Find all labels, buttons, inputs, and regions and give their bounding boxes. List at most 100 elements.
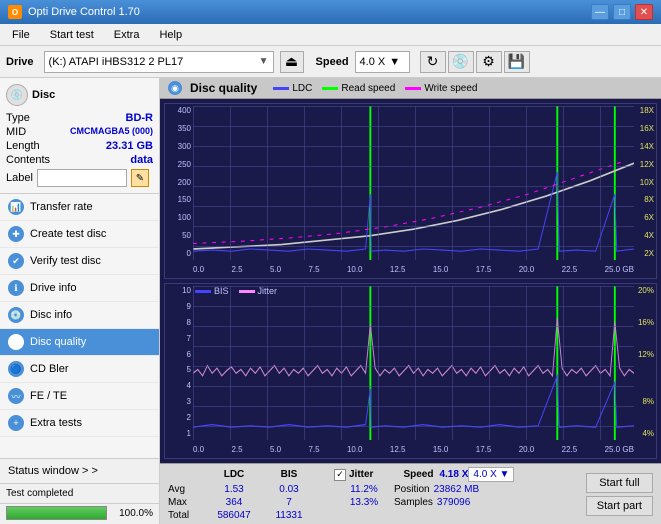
sidebar-nav: 📊 Transfer rate ✚ Create test disc ✔ Ver… <box>0 194 159 458</box>
menu-extra[interactable]: Extra <box>108 27 146 43</box>
disc-icon: 💿 <box>6 84 28 106</box>
sidebar-item-transfer-rate[interactable]: 📊 Transfer rate <box>0 194 159 221</box>
chart-title: Disc quality <box>190 81 257 95</box>
sidebar-item-drive-info[interactable]: ℹ Drive info <box>0 275 159 302</box>
bx-7.5: 7.5 <box>308 445 319 454</box>
by-8: 8 <box>165 318 193 327</box>
disc-type-field: Type BD-R <box>6 112 153 124</box>
sidebar-item-drive-info-label: Drive info <box>30 282 76 294</box>
disc-type-value: BD-R <box>126 112 154 124</box>
chart-icon: ◉ <box>168 81 182 95</box>
bottom-chart-grid <box>193 286 634 440</box>
disc-label-label: Label <box>6 172 33 184</box>
x-12.5: 12.5 <box>390 265 406 274</box>
fe-te-icon: 〰 <box>8 388 24 404</box>
x-2.5: 2.5 <box>231 265 242 274</box>
stats-total-ldc: 586047 <box>204 510 264 521</box>
speed-value: 4.0 X <box>360 56 386 68</box>
chart-header: ◉ Disc quality LDC Read speed Write spee… <box>160 78 661 99</box>
disc-label-input[interactable] <box>37 169 127 187</box>
disc-label-button[interactable]: ✎ <box>131 169 149 187</box>
bottom-chart-legend: BIS Jitter <box>195 286 277 296</box>
app-title: Opti Drive Control 1.70 <box>28 6 140 18</box>
legend-jitter: Jitter <box>239 286 278 296</box>
stats-max-label: Max <box>168 497 204 508</box>
sidebar-item-verify-test-disc[interactable]: ✔ Verify test disc <box>0 248 159 275</box>
y-label-0: 0 <box>165 249 193 258</box>
sidebar-item-disc-quality[interactable]: ★ Disc quality <box>0 329 159 356</box>
speed-label: Speed <box>316 56 349 68</box>
sidebar-item-create-test-disc-label: Create test disc <box>30 228 106 240</box>
top-chart-plot <box>193 106 634 260</box>
settings-button[interactable]: ⚙ <box>476 51 502 73</box>
bottom-chart-plot <box>193 286 634 440</box>
jitter-checkbox[interactable]: ✓ <box>334 469 346 481</box>
y-label-4x: 4X <box>634 231 656 240</box>
sidebar-item-disc-info[interactable]: 💿 Disc info <box>0 302 159 329</box>
sidebar-item-extra-tests-label: Extra tests <box>30 417 82 429</box>
stats-avg-jitter: 11.2% <box>334 484 394 495</box>
bis-color-swatch <box>195 290 211 293</box>
status-window-button[interactable]: Status window > > <box>0 458 159 483</box>
drivebar: Drive (K:) ATAPI iHBS312 2 PL17 ▼ ⏏ Spee… <box>0 46 661 78</box>
progress-track <box>6 506 107 520</box>
cd-bler-icon: 🔵 <box>8 361 24 377</box>
write-speed-color-swatch <box>405 87 421 90</box>
y-label-16x: 16X <box>634 124 656 133</box>
bx-25: 25.0 GB <box>605 445 634 454</box>
stats-header-row: LDC BIS ✓ Jitter Speed 4.18 X 4.0 X ▼ <box>168 467 578 482</box>
titlebar-controls: — □ ✕ <box>591 4 653 20</box>
disc-button[interactable]: 💿 <box>448 51 474 73</box>
jitter-color-swatch <box>239 290 255 293</box>
sidebar-item-fe-te[interactable]: 〰 FE / TE <box>0 383 159 410</box>
legend-read-speed: Read speed <box>322 83 395 94</box>
progress-fill <box>7 507 106 519</box>
x-0: 0.0 <box>193 265 204 274</box>
disc-info-icon: 💿 <box>8 307 24 323</box>
refresh-button[interactable]: ↻ <box>420 51 446 73</box>
speed-select-right[interactable]: 4.0 X ▼ <box>468 467 514 482</box>
legend-read-speed-label: Read speed <box>341 83 395 94</box>
by-4: 4 <box>165 381 193 390</box>
stats-ldc-header: LDC <box>204 469 264 480</box>
menu-start-test[interactable]: Start test <box>44 27 100 43</box>
menu-help[interactable]: Help <box>153 27 188 43</box>
y-label-14x: 14X <box>634 142 656 151</box>
ldc-color-swatch <box>273 87 289 90</box>
drive-selector[interactable]: (K:) ATAPI iHBS312 2 PL17 ▼ <box>44 51 274 73</box>
start-full-button[interactable]: Start full <box>586 473 653 493</box>
disc-info-panel: 💿 Disc Type BD-R MID CMCMAGBA5 (000) Len… <box>0 78 159 194</box>
disc-label-row: Label ✎ <box>6 169 153 187</box>
save-button[interactable]: 💾 <box>504 51 530 73</box>
start-part-button[interactable]: Start part <box>586 496 653 516</box>
disc-type-label: Type <box>6 112 30 124</box>
sidebar-item-create-test-disc[interactable]: ✚ Create test disc <box>0 221 159 248</box>
legend-write-speed: Write speed <box>405 83 477 94</box>
speed-selector[interactable]: 4.0 X ▼ <box>355 51 410 73</box>
x-22.5: 22.5 <box>562 265 578 274</box>
maximize-button[interactable]: □ <box>613 4 631 20</box>
stats-avg-speed-label: Position <box>394 484 430 495</box>
sidebar-item-cd-bler[interactable]: 🔵 CD Bler <box>0 356 159 383</box>
speed-select-right-value: 4.0 X <box>473 469 496 480</box>
disc-mid-label: MID <box>6 126 26 138</box>
y-label-150: 150 <box>165 195 193 204</box>
eject-button[interactable]: ⏏ <box>280 51 304 73</box>
bx-17.5: 17.5 <box>476 445 492 454</box>
stats-avg-bis: 0.03 <box>264 484 314 495</box>
sidebar: 💿 Disc Type BD-R MID CMCMAGBA5 (000) Len… <box>0 78 160 524</box>
x-20: 20.0 <box>519 265 535 274</box>
stats-avg-row: Avg 1.53 0.03 11.2% Position 23862 MB <box>168 484 578 495</box>
bx-15: 15.0 <box>433 445 449 454</box>
y-label-100: 100 <box>165 213 193 222</box>
sidebar-item-extra-tests[interactable]: + Extra tests <box>0 410 159 437</box>
menu-file[interactable]: File <box>6 27 36 43</box>
close-button[interactable]: ✕ <box>635 4 653 20</box>
bx-2.5: 2.5 <box>231 445 242 454</box>
minimize-button[interactable]: — <box>591 4 609 20</box>
main-area: 💿 Disc Type BD-R MID CMCMAGBA5 (000) Len… <box>0 78 661 524</box>
top-chart-y-right: 18X 16X 14X 12X 10X 8X 6X 4X 2X <box>634 104 656 260</box>
y-label-2x: 2X <box>634 249 656 258</box>
verify-test-disc-icon: ✔ <box>8 253 24 269</box>
speed-result-value: 4.18 X <box>439 469 468 480</box>
